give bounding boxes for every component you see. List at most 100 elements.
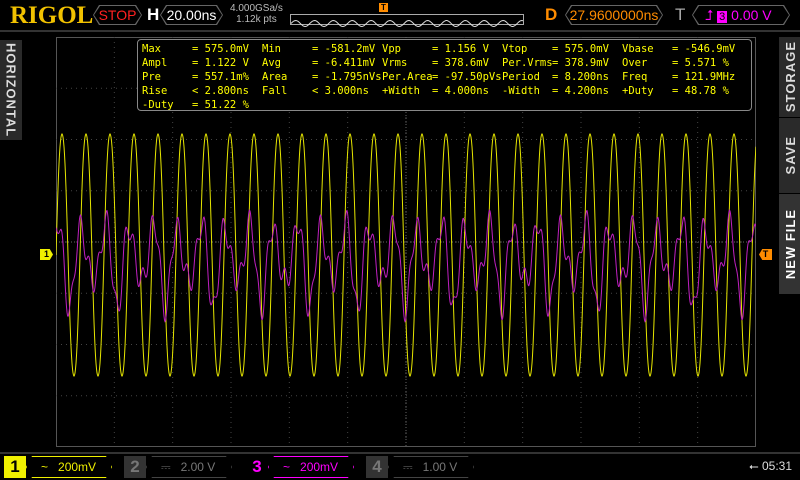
channel-number: 4 bbox=[366, 456, 388, 478]
clock: 05:31 bbox=[761, 459, 792, 473]
measurement-item: +Duty = 48.78 % bbox=[622, 84, 742, 98]
measurement-name: Area bbox=[262, 71, 288, 83]
measurement-item: -Width = 4.200ns bbox=[502, 84, 622, 98]
acquisition-info: 4.000GSa/s 1.12k pts bbox=[230, 3, 283, 25]
ch1-offset-marker[interactable]: 1 bbox=[40, 249, 53, 260]
measurement-item: Fall < 3.000ns bbox=[262, 84, 382, 98]
measurement-item: Rise < 2.800ns bbox=[142, 84, 262, 98]
channel-3-button[interactable]: 3 ~200mV bbox=[246, 456, 356, 478]
measurement-value: = 378.9mV bbox=[552, 57, 609, 69]
coupling-icon: ~ bbox=[41, 460, 49, 474]
channel-scale: ⎓ 2.00 V bbox=[146, 456, 232, 478]
coupling-icon: ⎓ bbox=[161, 460, 171, 474]
channel-4-button[interactable]: 4 ⎓ 1.00 V bbox=[366, 456, 476, 478]
coupling-icon: ⎓ bbox=[403, 460, 413, 474]
measurement-item: -Duty = 51.22 % bbox=[142, 98, 262, 112]
measurement-value: = 1.122 V bbox=[192, 57, 249, 69]
measurement-value: = 4.200ns bbox=[552, 85, 609, 97]
measurement-row: Max = 575.0mV Min = -581.2mV Vpp = 1.156 V Vto… bbox=[142, 42, 747, 56]
measurement-value: < 2.800ns bbox=[192, 85, 249, 97]
horizontal-label: H bbox=[147, 5, 160, 24]
measurement-name: Vrms bbox=[382, 57, 408, 69]
new-file-tab[interactable]: NEW FILE bbox=[779, 194, 800, 294]
channel-number: 3 bbox=[252, 457, 262, 476]
measurement-name: Vpp bbox=[382, 43, 401, 55]
scale-value: 1.00 V bbox=[422, 460, 458, 474]
measurement-item: Pre = 557.1m% bbox=[142, 70, 262, 84]
ch1-waveform bbox=[56, 133, 756, 377]
measurement-value: = -97.50pVs bbox=[432, 71, 502, 83]
measurement-item: Vrms = 378.6mV bbox=[382, 56, 502, 70]
rigol-logo: RIGOL bbox=[10, 2, 94, 29]
status-area: ⭠ 05:31 bbox=[749, 459, 792, 474]
memory-overview bbox=[290, 14, 524, 28]
measurement-name: Rise bbox=[142, 85, 168, 97]
measurement-value: = 8.200ns bbox=[552, 71, 609, 83]
save-tab[interactable]: SAVE bbox=[779, 118, 800, 193]
horizontal-menu-tab[interactable]: HORIZONTAL bbox=[0, 40, 22, 140]
divider bbox=[0, 452, 800, 454]
measurement-value: = 48.78 % bbox=[672, 85, 729, 97]
measurement-value: = 557.1m% bbox=[192, 71, 249, 83]
measurement-item: Area = -1.795nVs bbox=[262, 70, 382, 84]
channel-scale: ~200mV bbox=[268, 456, 354, 478]
scale-value: 2.00 V bbox=[180, 460, 216, 474]
delay-value[interactable]: 27.9600000ns bbox=[566, 6, 662, 24]
measurement-value: = 4.000ns bbox=[432, 85, 489, 97]
channel-number: 1 bbox=[4, 456, 26, 478]
rising-edge-icon: ⮥ bbox=[705, 7, 714, 23]
channel-number: 2 bbox=[124, 456, 146, 478]
measurement-name: -Duty bbox=[142, 99, 174, 111]
measurement-item: Over = 5.571 % bbox=[622, 56, 742, 70]
measurement-name: Max bbox=[142, 43, 161, 55]
measurement-name: Freq bbox=[622, 71, 648, 83]
measurement-item: Vtop = 575.0mV bbox=[502, 42, 622, 56]
trigger-source: 3 bbox=[719, 11, 726, 23]
measurement-item: Freq = 121.9MHz bbox=[622, 70, 742, 84]
trigger-level: 0.00 V bbox=[731, 7, 772, 23]
trigger-settings[interactable]: ⮥ 3 0.00 V bbox=[693, 6, 789, 24]
measurement-item: Period = 8.200ns bbox=[502, 70, 622, 84]
coupling-icon: ~ bbox=[283, 460, 291, 474]
sample-rate: 4.000GSa/s bbox=[230, 3, 283, 14]
measurement-item: Max = 575.0mV bbox=[142, 42, 262, 56]
trigger-position-marker: T bbox=[379, 3, 388, 12]
measurement-value: = -546.9mV bbox=[672, 43, 736, 55]
memory-waveform bbox=[290, 19, 524, 28]
measurement-row: -Duty = 51.22 % bbox=[142, 98, 747, 112]
trigger-level-marker[interactable]: T bbox=[759, 249, 772, 260]
measurement-value: = -1.795nVs bbox=[312, 71, 382, 83]
channel-scale: ⎓ 1.00 V bbox=[388, 456, 474, 478]
measurement-row: Pre = 557.1m% Area = -1.795nVs Per.Area = -97… bbox=[142, 70, 747, 84]
measurement-name: -Width bbox=[502, 85, 540, 97]
measurement-item: Vbase = -546.9mV bbox=[622, 42, 742, 56]
divider bbox=[0, 30, 800, 32]
usb-icon: ⭠ bbox=[749, 459, 759, 473]
measurement-name: +Duty bbox=[622, 85, 654, 97]
measurement-item: Vpp = 1.156 V bbox=[382, 42, 502, 56]
measurement-item: Per.Vrms = 378.9mV bbox=[502, 56, 622, 70]
timebase-value[interactable]: 20.00ns bbox=[161, 6, 222, 24]
measurement-name: +Width bbox=[382, 85, 420, 97]
channel-1-button[interactable]: 1 ~200mV bbox=[4, 456, 114, 478]
storage-tab[interactable]: STORAGE bbox=[779, 37, 800, 117]
measurement-row: Rise < 2.800ns Fall < 3.000ns +Width = 4.000n… bbox=[142, 84, 747, 98]
measurement-value: = 51.22 % bbox=[192, 99, 249, 111]
delay-label: D bbox=[545, 5, 558, 24]
memory-depth: 1.12k pts bbox=[236, 14, 277, 25]
measurement-item: Avg = -6.411mV bbox=[262, 56, 382, 70]
measurement-value: = 121.9MHz bbox=[672, 71, 736, 83]
measurement-item: Ampl = 1.122 V bbox=[142, 56, 262, 70]
run-stop-status[interactable]: STOP bbox=[94, 6, 141, 24]
scale-value: 200mV bbox=[300, 460, 339, 474]
measurement-name: Fall bbox=[262, 85, 288, 97]
measurement-value: = -581.2mV bbox=[312, 43, 376, 55]
scale-value: 200mV bbox=[58, 460, 97, 474]
trigger-label: T bbox=[675, 5, 686, 24]
measurement-value: = 5.571 % bbox=[672, 57, 729, 69]
measurement-panel: Max = 575.0mV Min = -581.2mV Vpp = 1.156 V Vto… bbox=[137, 39, 752, 111]
channel-2-button[interactable]: 2 ⎓ 2.00 V bbox=[124, 456, 234, 478]
measurement-name: Avg bbox=[262, 57, 281, 69]
measurement-name: Vbase bbox=[622, 43, 654, 55]
measurement-name: Ampl bbox=[142, 57, 168, 69]
